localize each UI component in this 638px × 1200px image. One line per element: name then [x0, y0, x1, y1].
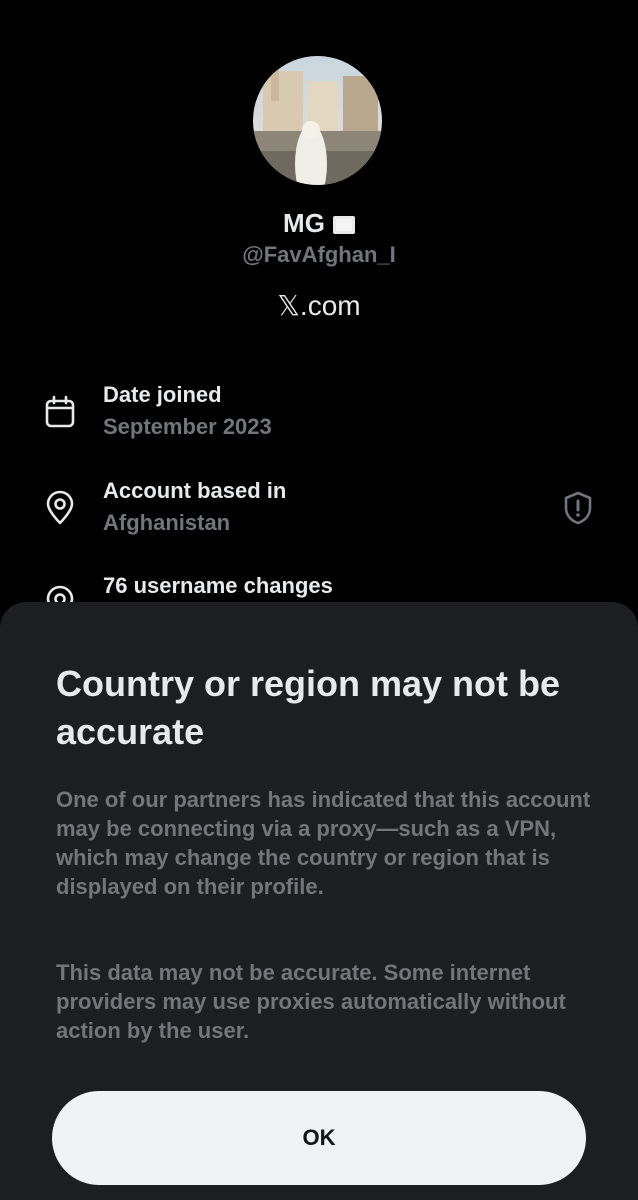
info-row-date-joined: Date joined September 2023: [0, 380, 638, 444]
profile-handle: @FavAfghan_I: [242, 242, 396, 267]
about-account-screen: MG @FavAfghan_I 𝕏.com Date joined Septem…: [0, 0, 638, 1200]
info-label-date-joined: Date joined: [103, 382, 222, 407]
avatar-image: [253, 56, 382, 185]
info-label-username-changes: 76 username changes: [103, 573, 333, 598]
sheet-paragraph-proxy: One of our partners has indicated that t…: [56, 787, 591, 899]
bottom-sheet: Country or region may not be accurate On…: [0, 602, 638, 1200]
avatar: [253, 56, 382, 185]
ok-button[interactable]: OK: [52, 1091, 586, 1185]
info-row-account-based-in[interactable]: Account based in Afghanistan: [0, 476, 638, 540]
shield-alert-icon[interactable]: [560, 490, 596, 526]
sheet-paragraph-accuracy: This data may not be accurate. Some inte…: [56, 960, 566, 1043]
info-label-account-based-in: Account based in: [103, 478, 287, 503]
sheet-title: Country or region may not be accurate: [56, 663, 561, 752]
info-value-date-joined: September 2023: [103, 414, 272, 439]
calendar-icon: [45, 395, 75, 428]
white-flag-icon: [332, 216, 355, 234]
profile-site: 𝕏.com: [277, 290, 361, 321]
info-value-account-based-in: Afghanistan: [103, 510, 231, 535]
location-pin-icon: [46, 490, 74, 525]
profile-name: MG: [283, 208, 325, 238]
profile-name-row: MG: [0, 205, 638, 241]
